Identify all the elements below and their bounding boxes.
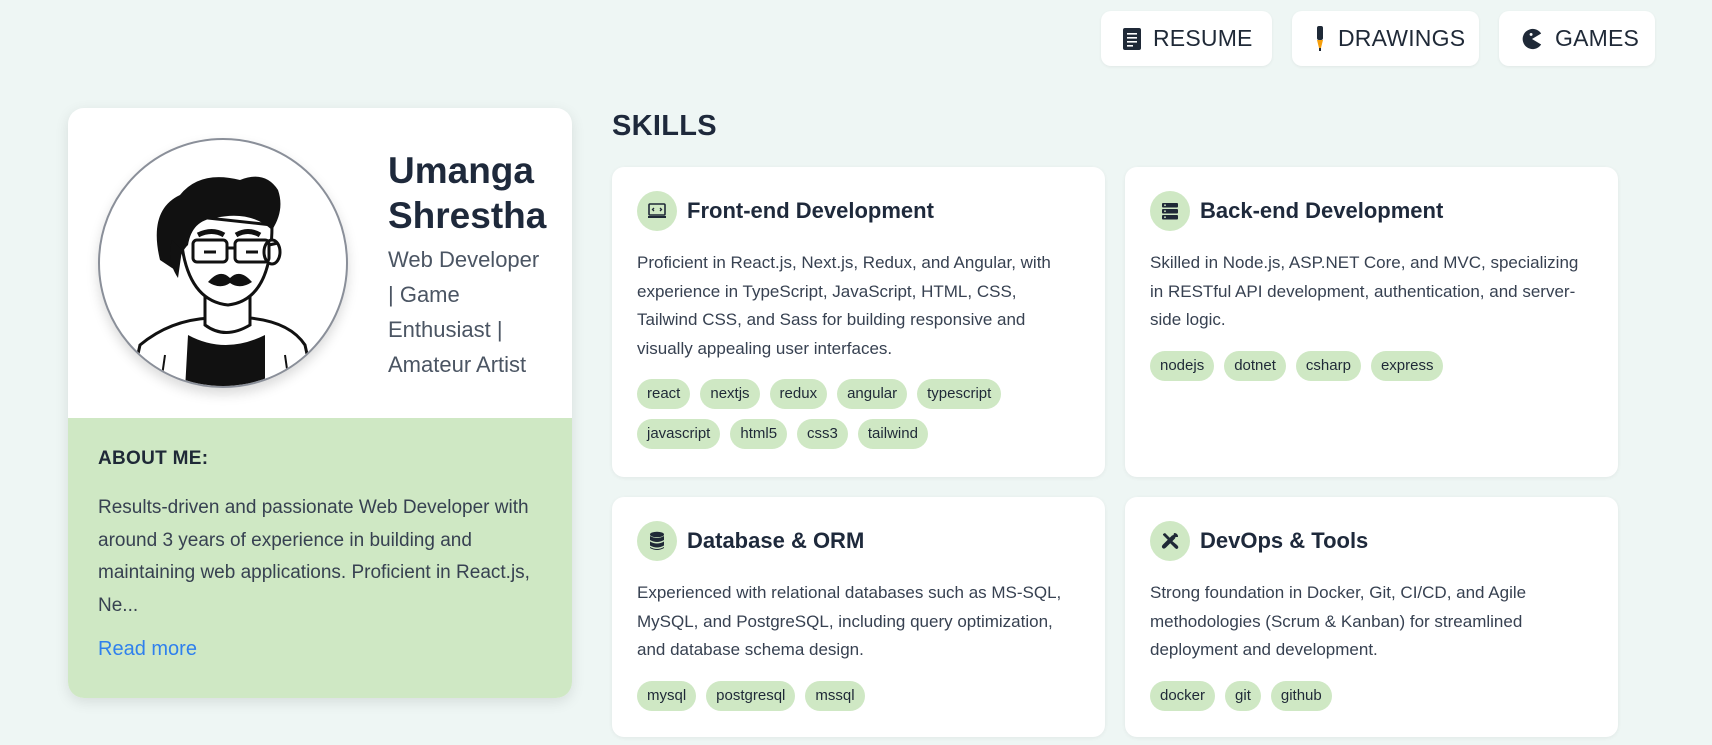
- tag-list: nodejs dotnet csharp express: [1150, 350, 1593, 381]
- resume-button[interactable]: RESUME: [1101, 11, 1272, 66]
- tag-list: mysql postgresql mssql: [637, 680, 1080, 711]
- drawings-label: DRAWINGS: [1338, 25, 1466, 51]
- about-section: ABOUT ME: Results-driven and passionate …: [68, 418, 572, 698]
- skill-tag: angular: [837, 379, 908, 409]
- skill-card-text: Strong foundation in Docker, Git, CI/CD,…: [1150, 583, 1527, 659]
- profile-first-name: Umanga: [388, 150, 534, 191]
- role-line: Enthusiast |: [388, 317, 503, 342]
- database-icon: [637, 521, 677, 561]
- skill-tag: javascript: [637, 419, 721, 449]
- skill-tag: nodejs: [1150, 350, 1215, 381]
- avatar: [98, 138, 348, 388]
- skill-tag: react: [637, 379, 691, 409]
- role-line: | Game: [388, 282, 460, 307]
- skill-tag: dotnet: [1224, 350, 1286, 381]
- skill-tag: csharp: [1295, 350, 1361, 381]
- skills-title: SKILLS: [612, 110, 717, 142]
- skill-card-title: Database & ORM: [687, 528, 865, 553]
- skill-tag: github: [1270, 680, 1332, 711]
- skill-card-database: Database & ORM Experienced with relation…: [612, 497, 1105, 737]
- tag-list: react nextjs redux angular typescript ja…: [637, 379, 1080, 449]
- profile-role: Web Developer | Game Enthusiast | Amateu…: [388, 242, 558, 382]
- drawings-button[interactable]: DRAWINGS: [1292, 11, 1479, 66]
- skill-card-text: Skilled in Node.js, ASP.NET Core, and MV…: [1150, 253, 1579, 329]
- profile-card: Umanga Shrestha Web Developer | Game Ent…: [68, 108, 572, 698]
- skill-card-backend: Back-end Development Skilled in Node.js,…: [1125, 167, 1618, 477]
- skill-tag: git: [1225, 680, 1261, 711]
- resume-label: RESUME: [1153, 25, 1253, 51]
- games-label: GAMES: [1555, 25, 1640, 51]
- skill-card-frontend: Front-end Development Proficient in Reac…: [612, 167, 1105, 477]
- skill-card-text: Proficient in React.js, Next.js, Redux, …: [637, 253, 1051, 358]
- skill-tag: css3: [797, 419, 848, 449]
- skill-tag: nextjs: [700, 379, 760, 409]
- skill-tag: postgresql: [706, 680, 796, 711]
- about-title: ABOUT ME:: [98, 448, 209, 469]
- document-icon: [1123, 27, 1141, 51]
- top-nav: RESUME DRAWINGS GAMES: [1101, 11, 1655, 66]
- games-button[interactable]: GAMES: [1499, 11, 1655, 66]
- tag-list: docker git github: [1150, 680, 1593, 711]
- server-icon: [1150, 191, 1190, 231]
- skill-tag: tailwind: [857, 419, 928, 449]
- skill-tag: docker: [1150, 680, 1216, 711]
- skill-card-title: Back-end Development: [1200, 198, 1444, 223]
- skill-card-title: Front-end Development: [687, 198, 934, 223]
- profile-name: Umanga Shrestha: [388, 148, 568, 238]
- skill-tag: mssql: [805, 680, 865, 711]
- skill-tag: html5: [730, 419, 788, 449]
- skill-tag: express: [1370, 350, 1444, 381]
- skill-card-text: Experienced with relational databases su…: [637, 583, 1062, 659]
- skill-tag: mysql: [637, 680, 697, 711]
- skill-card-title: DevOps & Tools: [1200, 528, 1369, 553]
- pacman-icon: [1521, 27, 1543, 51]
- skill-tag: redux: [769, 379, 828, 409]
- role-line: Web Developer: [388, 247, 540, 272]
- tools-icon: [1150, 521, 1190, 561]
- role-line: Amateur Artist: [388, 352, 527, 377]
- code-monitor-icon: [637, 191, 677, 231]
- skill-tag: typescript: [917, 379, 1002, 409]
- about-text: Results-driven and passionate Web Develo…: [98, 497, 530, 616]
- marker-icon: [1314, 25, 1326, 51]
- skill-card-devops: DevOps & Tools Strong foundation in Dock…: [1125, 497, 1618, 737]
- read-more-link[interactable]: Read more: [98, 638, 197, 661]
- profile-header: Umanga Shrestha Web Developer | Game Ent…: [68, 108, 572, 418]
- profile-last-name: Shrestha: [388, 195, 547, 236]
